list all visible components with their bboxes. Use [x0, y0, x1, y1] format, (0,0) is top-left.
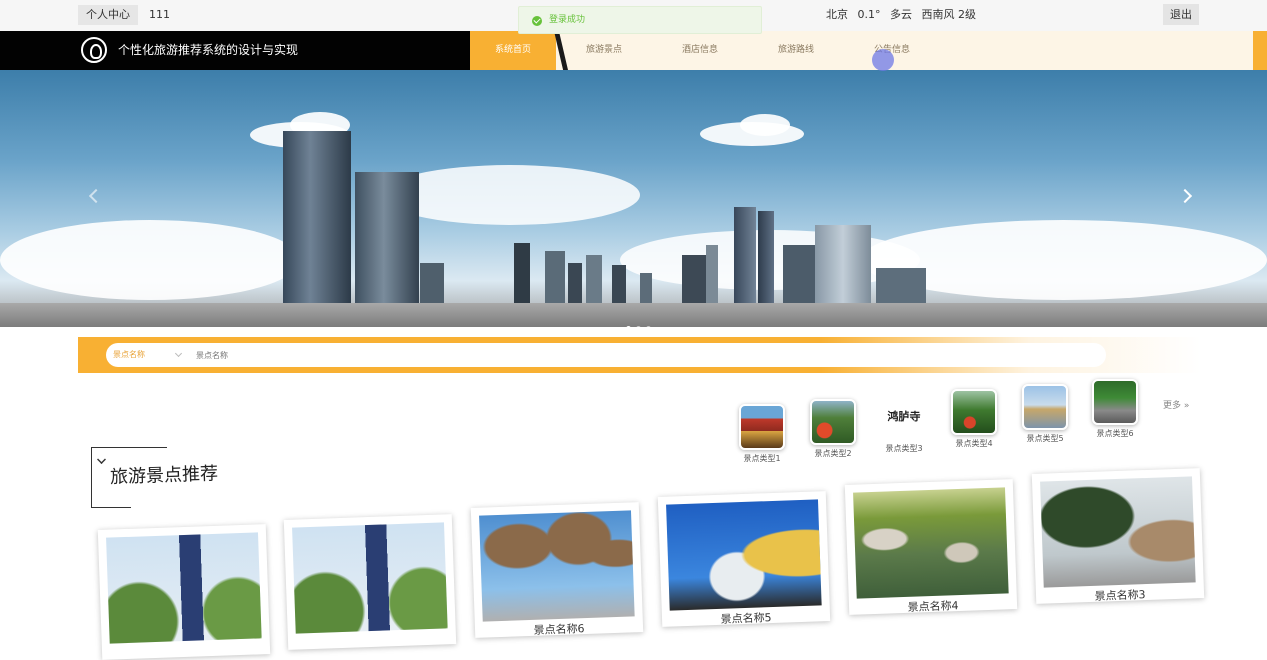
category-item-6[interactable]: 景点类型6: [1082, 379, 1148, 440]
category-label: 景点类型1: [743, 454, 781, 463]
weather-city: 北京: [826, 8, 848, 21]
lake-photo-icon: [1022, 384, 1068, 430]
banner-dot[interactable]: [636, 326, 641, 327]
calligraphy-logo-icon: 鸿胪寺: [887, 410, 921, 423]
nav-item-attractions[interactable]: 旅游景点: [586, 31, 622, 70]
banner-prev-icon[interactable]: [88, 188, 104, 204]
username: 111: [149, 8, 170, 21]
section-title: 旅游景点推荐: [109, 463, 219, 488]
personal-center-button[interactable]: 个人中心: [78, 5, 138, 25]
more-label: 更多: [1163, 401, 1182, 411]
temple-photo-icon: [1092, 379, 1138, 425]
banner-dot[interactable]: [626, 326, 631, 327]
logout-button[interactable]: 退出: [1163, 4, 1199, 25]
attraction-card[interactable]: 景点名称6: [470, 502, 644, 638]
weather-condition: 多云: [890, 8, 912, 21]
banner-dot[interactable]: [646, 326, 651, 327]
weather-info: 北京 0.1° 多云 西南风 2级: [826, 5, 982, 25]
toast-message: 登录成功: [549, 15, 586, 25]
category-item-2[interactable]: 景点类型2: [800, 399, 866, 460]
category-label: 景点类型6: [1096, 429, 1134, 438]
site-title: 个性化旅游推荐系统的设计与实现: [118, 43, 299, 57]
banner-pagination: [626, 316, 656, 327]
nav-item-home[interactable]: 系统首页: [470, 31, 556, 70]
mouse-cursor-icon: [872, 49, 894, 71]
success-check-icon: [532, 16, 542, 26]
search-input[interactable]: [196, 343, 796, 367]
attraction-name: 景点名称3: [1094, 588, 1146, 603]
garden-photo-icon: [810, 399, 856, 445]
nav-item-hotels[interactable]: 酒店信息: [682, 31, 718, 70]
more-categories-link[interactable]: 更多 »: [1163, 398, 1189, 411]
search-field-select[interactable]: 景点名称: [113, 343, 145, 367]
tower-trees-photo: [292, 522, 448, 634]
hero-banner: [0, 70, 1267, 327]
tower-trees-photo: [106, 532, 262, 644]
category-item-4[interactable]: 景点类型4: [941, 389, 1007, 450]
river-rocks-photo: [853, 487, 1009, 599]
category-item-3[interactable]: 鸿胪寺 景点类型3: [871, 394, 937, 455]
category-item-1[interactable]: 景点类型1: [729, 404, 795, 465]
weather-wind: 西南风 2级: [921, 8, 977, 21]
banner-next-icon[interactable]: [1177, 188, 1193, 204]
category-label: 景点类型3: [885, 444, 923, 453]
attraction-card[interactable]: 景点名称5: [657, 491, 831, 627]
steel-trees-photo: [479, 510, 635, 622]
pine-cliff-photo: [1040, 476, 1196, 588]
category-label: 景点类型2: [814, 449, 852, 458]
category-label: 景点类型5: [1026, 434, 1064, 443]
statue-photo: [666, 499, 822, 611]
nav-active-tail: [554, 31, 568, 70]
lightbulb-logo-icon: [81, 37, 107, 63]
search-strip-fade: [820, 337, 1201, 373]
attraction-card[interactable]: 景点名称3: [1031, 468, 1205, 604]
attraction-card[interactable]: 景点名称4: [844, 479, 1018, 615]
category-label: 景点类型4: [955, 439, 993, 448]
attraction-name: 景点名称4: [907, 599, 959, 614]
nav-item-routes[interactable]: 旅游路线: [778, 31, 814, 70]
login-success-toast: 登录成功: [518, 6, 762, 34]
attraction-card[interactable]: [97, 524, 271, 660]
category-item-5[interactable]: 景点类型5: [1012, 384, 1078, 445]
main-nav: 个性化旅游推荐系统的设计与实现 系统首页 旅游景点 酒店信息 旅游路线 公告信息: [0, 31, 1267, 70]
brand-area: 个性化旅游推荐系统的设计与实现: [0, 31, 470, 70]
pagoda-photo-icon: [739, 404, 785, 450]
attraction-name: 景点名称5: [720, 611, 772, 626]
weather-temperature: 0.1°: [857, 8, 881, 21]
forest-photo-icon: [951, 389, 997, 435]
nav-right-edge: [1253, 31, 1267, 70]
double-chevron-right-icon: »: [1183, 401, 1190, 411]
attraction-card[interactable]: [283, 514, 457, 650]
